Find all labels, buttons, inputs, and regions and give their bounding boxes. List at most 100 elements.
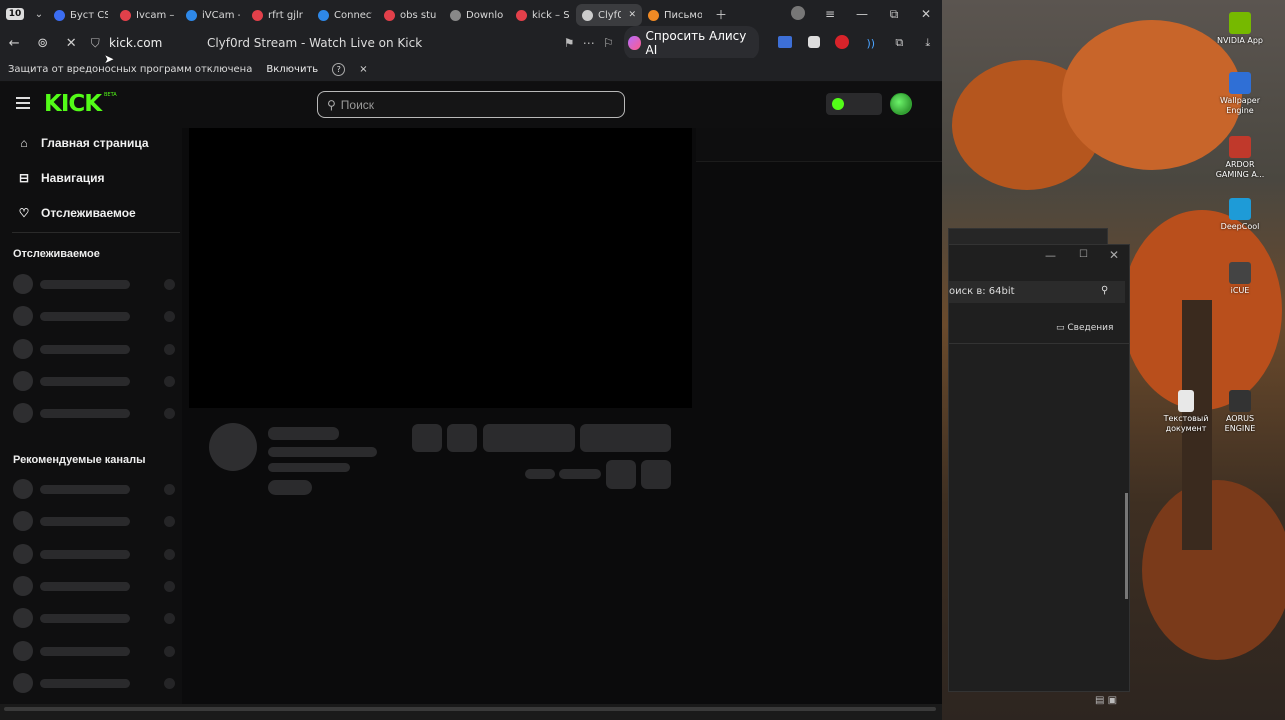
close-icon[interactable]: ✕	[1109, 248, 1119, 262]
scrollbar-thumb[interactable]	[4, 707, 936, 711]
profile-avatar[interactable]	[782, 5, 814, 23]
browser-tab[interactable]: Письмо	[642, 4, 708, 26]
follow-button-skeleton	[483, 424, 575, 452]
desktop-icon-icue[interactable]: iCUE	[1210, 262, 1270, 296]
tab-list-chevron-icon[interactable]: ⌄	[30, 9, 48, 20]
site-security-icon[interactable]: ⛉	[85, 36, 105, 51]
desktop-icon-nvidia[interactable]: NVIDIA App	[1210, 12, 1270, 46]
kick-wallet-button[interactable]	[826, 93, 882, 115]
desktop-icon-text-document[interactable]: Текстовый документ	[1156, 390, 1216, 434]
stop-loading-icon[interactable]: ✕	[57, 36, 85, 51]
desktop-icon-wallpaper-engine[interactable]: Wallpaper Engine	[1210, 72, 1270, 116]
close-tab-icon[interactable]: ✕	[628, 10, 636, 20]
sound-extension-icon[interactable]: ))	[857, 37, 885, 50]
search-box[interactable]: ⚲	[317, 91, 625, 118]
kick-logo[interactable]: KICK	[44, 91, 102, 117]
collections-icon[interactable]: ⧉	[885, 36, 913, 50]
mouse-cursor-icon: ➤	[104, 52, 115, 66]
avatar-skeleton	[13, 338, 33, 359]
search-icon: ⚲	[1101, 285, 1109, 296]
share-button-skeleton	[606, 460, 636, 489]
more-icon[interactable]: ⋯	[579, 36, 599, 50]
browser-window: 10 ⌄ Буст CS Ivcam – iVCam - rfrt gjlr Conne…	[0, 0, 942, 720]
desktop-icon-label: Wallpaper Engine	[1219, 96, 1260, 115]
bookmark-icon[interactable]: ⚐	[599, 36, 619, 50]
browser-tab[interactable]: Clyf0 ✕	[576, 4, 642, 26]
view-toggle-icons[interactable]: ▤ ▣	[1095, 695, 1117, 706]
page-title: Clyf0rd Stream - Watch Live on Kick	[206, 36, 423, 50]
hamburger-menu-icon[interactable]	[16, 97, 30, 109]
kick-page: KICK BETA ⚲ ⌂ Главная страница ⊟ Навигац…	[0, 82, 942, 704]
alice-label: Спросить Алису AI	[645, 29, 747, 57]
name-skeleton	[40, 517, 130, 527]
adblock-extension-icon[interactable]	[828, 34, 856, 52]
desktop-icon-deepcool[interactable]: DeepCool	[1210, 198, 1270, 232]
scrollbar[interactable]	[1125, 493, 1128, 599]
menu-icon[interactable]: ≡	[814, 7, 846, 21]
new-tab-button[interactable]: ＋	[708, 6, 734, 23]
live-dot-skeleton	[164, 375, 175, 387]
channel-skeleton-row	[13, 640, 178, 661]
back-arrow-icon[interactable]: ←	[0, 36, 28, 51]
live-dot-skeleton	[164, 408, 175, 420]
aorus-icon	[1229, 390, 1251, 412]
enable-protection-button[interactable]: Включить	[266, 64, 318, 75]
browser-tab[interactable]: iVCam -	[180, 4, 246, 26]
live-dot-skeleton	[164, 613, 175, 625]
url-text[interactable]: kick.com	[109, 36, 207, 50]
explorer-search-input[interactable]: оиск в: 64bit ⚲	[949, 281, 1125, 303]
translate-icon[interactable]: ⚑	[559, 36, 579, 50]
uptime-skeleton	[559, 469, 601, 479]
name-skeleton	[40, 409, 130, 419]
close-window-button[interactable]: ✕	[910, 7, 942, 21]
tab-title: kick – S	[532, 9, 570, 21]
sidebar-item-home[interactable]: ⌂ Главная страница	[17, 136, 148, 150]
search-input[interactable]	[340, 97, 591, 112]
calendar-extension-icon[interactable]	[771, 35, 799, 51]
desktop-icon-aorus[interactable]: AORUS ENGINE	[1210, 390, 1270, 434]
tab-favicon-icon	[582, 9, 593, 21]
yandex-home-icon[interactable]: ⊚	[28, 36, 56, 51]
name-skeleton	[40, 614, 130, 624]
sidebar-item-following[interactable]: ♡ Отслеживаемое	[17, 206, 136, 220]
avatar-skeleton	[13, 306, 33, 327]
name-skeleton	[40, 280, 130, 289]
horizontal-scrollbar[interactable]	[0, 704, 942, 720]
infobar-message: Защита от вредоносных программ отключена	[8, 64, 253, 75]
explorer-details-button[interactable]: ▭ Сведения	[1056, 323, 1113, 333]
sidebar-item-browse[interactable]: ⊟ Навигация	[17, 171, 105, 185]
channel-skeleton-row	[13, 306, 178, 327]
name-skeleton	[40, 485, 130, 494]
kick-coin-icon	[832, 98, 844, 110]
browser-tab[interactable]: rfrt gjlr	[246, 4, 312, 26]
minimize-icon[interactable]: —	[1045, 249, 1056, 262]
download-icon[interactable]: ⤓	[914, 36, 942, 50]
desktop-icon-ardor[interactable]: ARDOR GAMING A...	[1210, 136, 1270, 180]
minimize-button[interactable]: —	[846, 7, 878, 21]
tab-counter[interactable]: 10	[0, 8, 30, 20]
browser-tab[interactable]: Буст CS	[48, 4, 114, 26]
maximize-icon[interactable]: ☐	[1079, 249, 1088, 260]
nvidia-icon	[1229, 12, 1251, 34]
help-icon[interactable]: ?	[332, 63, 346, 76]
wallpaper-engine-icon	[1229, 72, 1251, 94]
browser-tab[interactable]: obs stu	[378, 4, 444, 26]
browser-tab[interactable]: Connect	[312, 4, 378, 26]
browser-tab[interactable]: kick – S	[510, 4, 576, 26]
user-avatar[interactable]	[890, 93, 912, 115]
tab-favicon-icon	[384, 9, 395, 21]
infobar-close-icon[interactable]: ×	[359, 64, 367, 75]
avatar-skeleton	[13, 575, 33, 596]
video-player[interactable]	[189, 128, 692, 408]
browser-tab[interactable]: Downlo	[444, 4, 510, 26]
ardor-icon	[1229, 136, 1251, 158]
avatar-skeleton	[13, 640, 33, 661]
cat-extension-icon[interactable]	[800, 35, 828, 51]
avatar-skeleton	[13, 479, 33, 499]
restore-button[interactable]: ⧉	[878, 7, 910, 22]
ask-alice-button[interactable]: Спросить Алису AI	[624, 26, 759, 60]
explorer-window[interactable]: — ☐ ✕ оиск в: 64bit ⚲ ▭ Сведения ▤ ▣	[948, 244, 1130, 706]
tab-title: Буст CS	[70, 9, 108, 21]
browser-tab[interactable]: Ivcam –	[114, 4, 180, 26]
avatar-skeleton	[13, 543, 33, 564]
